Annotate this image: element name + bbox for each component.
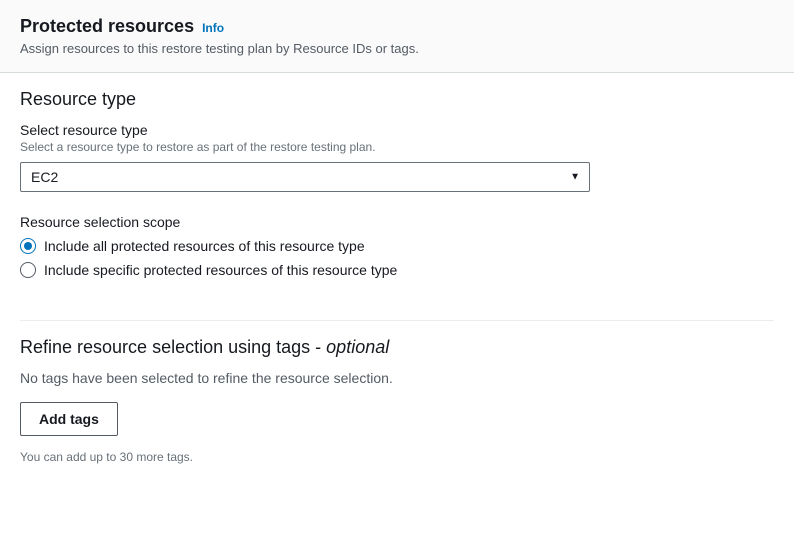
tags-description: No tags have been selected to refine the… — [20, 370, 774, 386]
tags-footnote: You can add up to 30 more tags. — [20, 450, 774, 464]
resource-type-heading: Resource type — [20, 89, 774, 110]
scope-option-specific[interactable]: Include specific protected resources of … — [20, 262, 774, 278]
scope-option-all-label: Include all protected resources of this … — [44, 238, 365, 254]
add-tags-button[interactable]: Add tags — [20, 402, 118, 436]
chevron-down-icon: ▼ — [570, 172, 580, 183]
scope-label: Resource selection scope — [20, 214, 774, 230]
scope-option-specific-label: Include specific protected resources of … — [44, 262, 397, 278]
info-link[interactable]: Info — [202, 21, 224, 35]
panel-description: Assign resources to this restore testing… — [20, 41, 774, 56]
select-resource-type-hint: Select a resource type to restore as par… — [20, 140, 774, 154]
refine-tags-heading-text: Refine resource selection using tags - — [20, 337, 326, 357]
optional-label: optional — [326, 337, 389, 357]
radio-selected-icon — [20, 238, 36, 254]
panel-title: Protected resources — [20, 16, 194, 37]
resource-type-select[interactable]: EC2 ▼ — [20, 162, 590, 192]
refine-tags-heading: Refine resource selection using tags - o… — [20, 337, 774, 358]
radio-unselected-icon — [20, 262, 36, 278]
select-resource-type-label: Select resource type — [20, 122, 774, 138]
resource-type-selected-value: EC2 — [31, 169, 58, 185]
scope-option-all[interactable]: Include all protected resources of this … — [20, 238, 774, 254]
